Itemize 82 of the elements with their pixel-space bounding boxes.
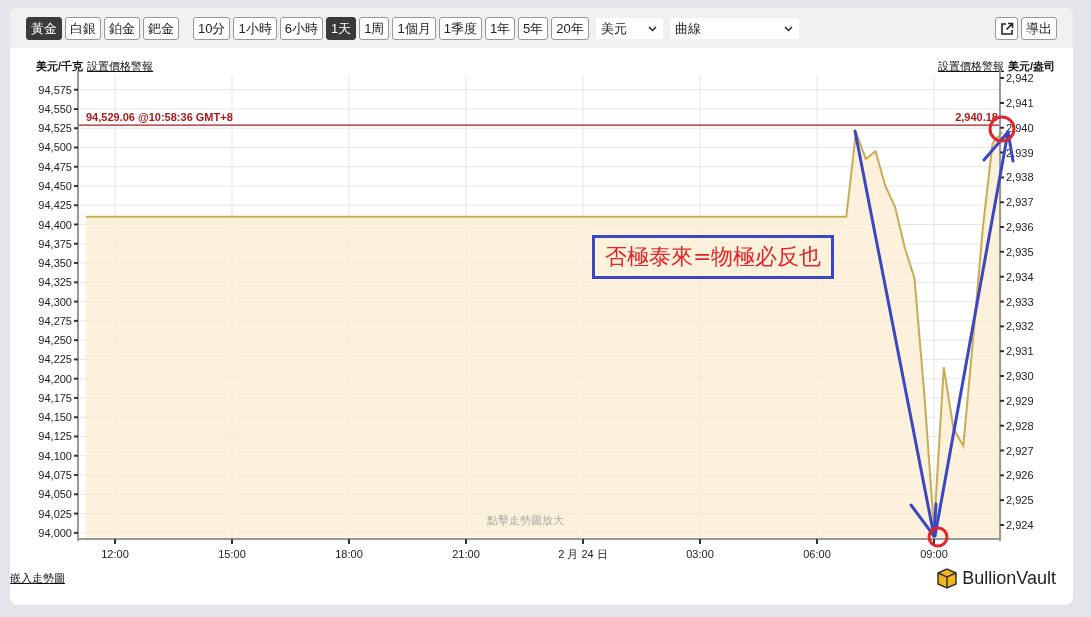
y-axis-label: 94,050 (38, 488, 72, 501)
y-axis-label: 2,935 (1006, 245, 1034, 258)
external-link-button[interactable] (995, 17, 1018, 40)
y-axis-label: 94,550 (38, 102, 72, 115)
y-axis-label: 94,225 (38, 353, 72, 366)
y-axis-label: 94,375 (38, 237, 72, 250)
caret-icon (647, 25, 657, 32)
unit-label: 美元/千克 (36, 59, 84, 74)
y-axis-label: 94,325 (38, 276, 72, 289)
current-price-label: 94,529.06 @10:58:36 GMT+8 (86, 111, 233, 124)
y-axis-label: 94,075 (38, 469, 72, 482)
y-axis-label: 2,929 (1006, 394, 1034, 407)
y-axis-label: 2,936 (1006, 221, 1034, 234)
y-axis-label: 2,934 (1006, 270, 1034, 283)
toolbar-tab[interactable]: 1天 (325, 17, 357, 40)
y-axis-label: 94,250 (38, 334, 72, 347)
highlight-circle (927, 526, 949, 548)
x-axis-label: 09:00 (920, 548, 948, 560)
toolbar-tab[interactable]: 5年 (518, 17, 549, 40)
toolbar-tab[interactable]: 6小時 (279, 17, 323, 40)
y-axis-label: 94,150 (38, 411, 72, 424)
logo-text: BullionVault (962, 567, 1056, 589)
toolbar-tab[interactable]: 1個月 (392, 17, 436, 40)
toolbar-tab[interactable]: 1季度 (438, 17, 482, 40)
y-axis-label: 94,575 (38, 83, 72, 96)
y-axis-label: 2,933 (1006, 295, 1034, 308)
toolbar-tab[interactable]: 10分 (193, 17, 231, 40)
toolbar-tab[interactable]: 鉑金 (104, 17, 140, 40)
toolbar-tab[interactable]: 1小時 (233, 17, 277, 40)
unit-label: 美元/盎司 (1007, 59, 1055, 74)
y-axis-label: 94,450 (38, 180, 72, 192)
y-axis-label: 94,025 (38, 507, 72, 520)
y-axis-label: 94,125 (38, 430, 72, 443)
y-axis-label: 2,938 (1006, 171, 1034, 184)
y-axis-label: 2,930 (1006, 370, 1034, 382)
toolbar-tab[interactable]: 1年 (484, 17, 516, 40)
y-axis-label: 94,500 (38, 141, 72, 154)
export-button[interactable]: 導出 (1021, 17, 1057, 40)
y-axis-label: 94,000 (38, 526, 72, 539)
x-axis-label: 03:00 (686, 548, 714, 560)
zoom-hint: 點擊走勢圖放大 (486, 514, 564, 526)
y-axis-label: 2,928 (1006, 419, 1034, 432)
y-axis-label: 2,926 (1006, 469, 1034, 482)
y-axis-label: 94,200 (38, 372, 72, 385)
y-axis-label: 2,942 (1006, 72, 1034, 85)
toolbar-tab[interactable]: 1周 (359, 17, 390, 40)
chart-type-select[interactable]: 曲線 (669, 18, 799, 39)
y-axis-label: 2,941 (1006, 96, 1034, 109)
price-alert-link[interactable]: 設置價格警報 (937, 59, 1004, 74)
x-axis-label: 18:00 (335, 548, 363, 560)
y-axis-label: 94,400 (38, 218, 72, 231)
toolbar-tab[interactable]: 白銀 (65, 17, 101, 40)
annotation-text: 否極泰來=物極必反也 (592, 235, 835, 279)
y-axis-label: 2,932 (1006, 320, 1034, 333)
cube-logo-icon (936, 567, 959, 589)
x-axis-label: 21:00 (452, 548, 480, 560)
caret-icon (783, 25, 793, 32)
embed-chart-link[interactable]: 嵌入走勢圖 (10, 570, 65, 586)
x-axis-label: 06:00 (803, 548, 831, 560)
currency-select[interactable]: 美元 (595, 18, 663, 39)
y-axis-label: 2,931 (1006, 345, 1034, 358)
toolbar-tab[interactable]: 鈀金 (143, 17, 179, 40)
y-axis-label: 94,300 (38, 295, 72, 308)
price-alert-link[interactable]: 設置價格警報 (87, 59, 154, 74)
toolbar-tab[interactable]: 黃金 (26, 17, 62, 40)
y-axis-label: 2,925 (1006, 494, 1034, 507)
y-axis-label: 94,475 (38, 160, 72, 173)
current-price-label: 2,940.18 (955, 111, 998, 124)
y-axis-label: 2,937 (1006, 196, 1034, 209)
y-axis-label: 2,924 (1006, 519, 1034, 531)
external-link-icon (999, 21, 1014, 36)
y-axis-label: 94,100 (38, 449, 72, 462)
x-axis-label: 2 月 24 日 (558, 548, 608, 560)
y-axis-label: 2,927 (1006, 444, 1034, 457)
y-axis-label: 94,275 (38, 314, 72, 327)
y-axis-label: 94,425 (38, 199, 72, 212)
toolbar-tab[interactable]: 20年 (551, 17, 589, 40)
y-axis-label: 94,350 (38, 257, 72, 270)
y-axis-label: 94,525 (38, 122, 72, 135)
x-axis-label: 12:00 (101, 548, 129, 560)
x-axis-label: 15:00 (218, 548, 246, 560)
y-axis-label: 94,175 (38, 391, 72, 404)
